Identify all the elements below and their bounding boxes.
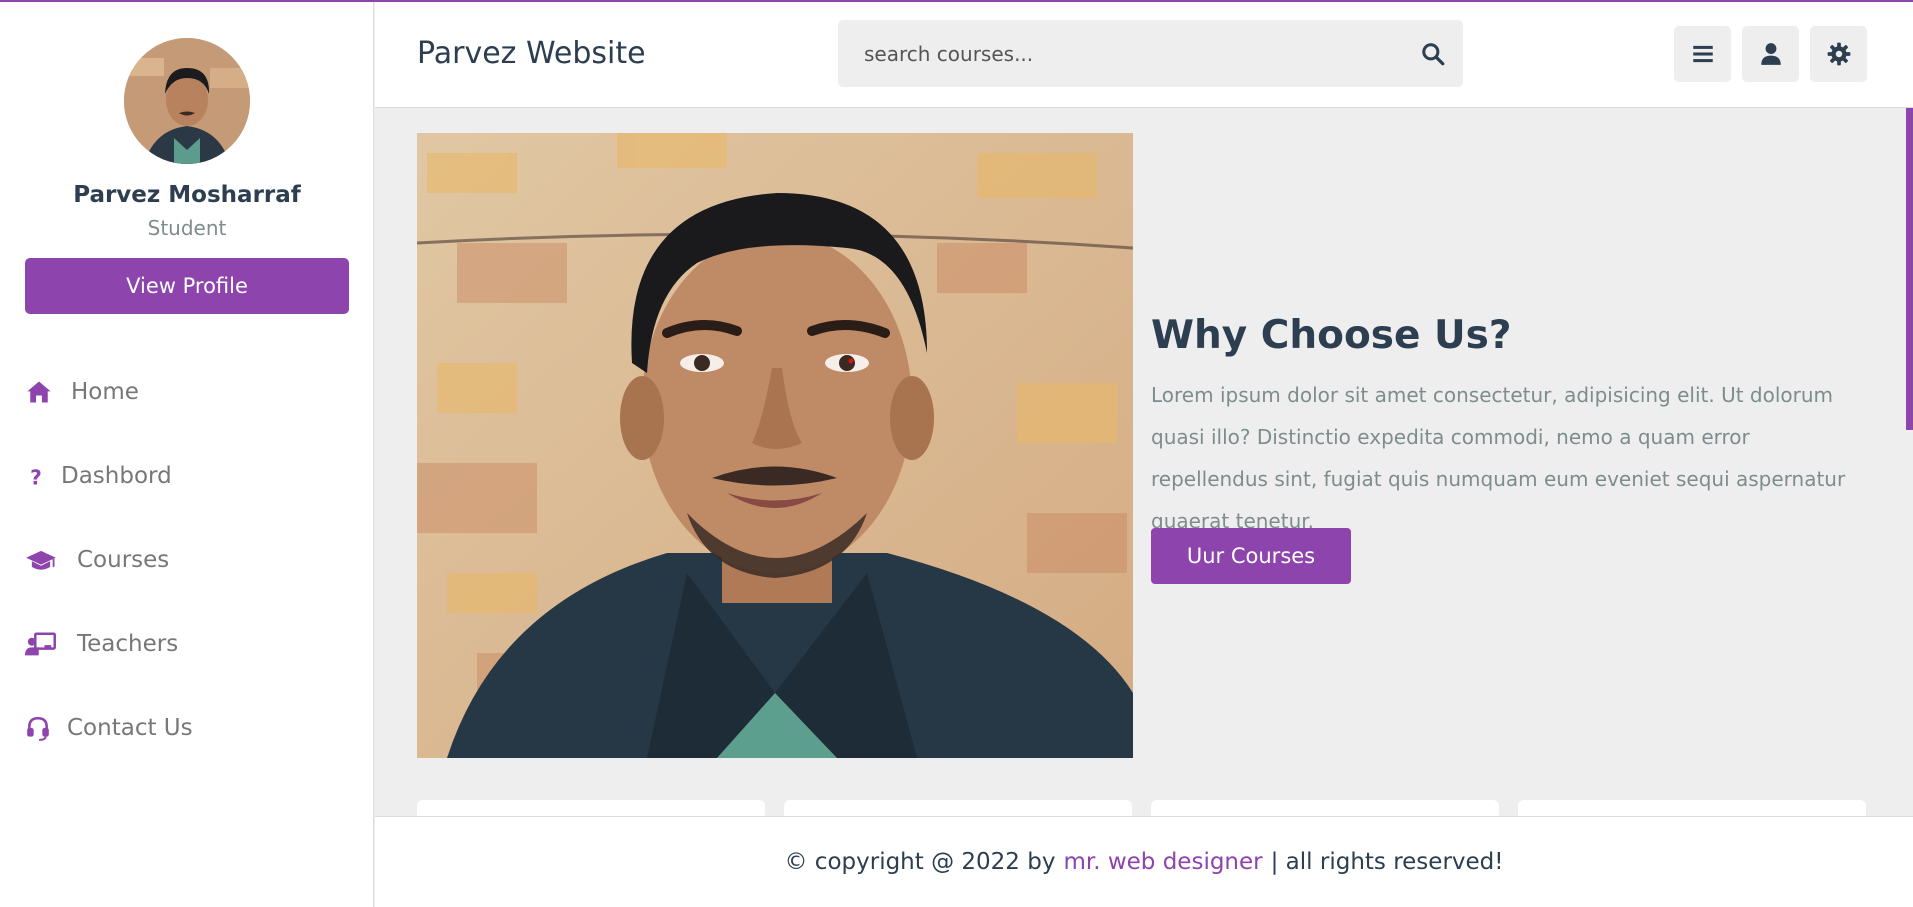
footer-rights: | all rights reserved! xyxy=(1270,849,1504,875)
svg-text:?: ? xyxy=(30,465,42,489)
sidebar-item-label: Courses xyxy=(77,547,170,573)
sidebar-item-teachers[interactable]: Teachers xyxy=(25,624,178,664)
sidebar-item-label: Teachers xyxy=(77,631,179,657)
settings-icon xyxy=(1827,42,1850,66)
section-heading: Why Choose Us? xyxy=(1151,313,1512,358)
search-input[interactable] xyxy=(838,20,1403,87)
scrollbar-thumb[interactable] xyxy=(1906,108,1913,430)
sidebar: Parvez Mosharraf Student View Profile Ho… xyxy=(0,0,374,907)
top-accent-line xyxy=(0,0,1913,2)
menu-button[interactable] xyxy=(1674,26,1731,82)
menu-icon xyxy=(1692,45,1713,63)
header: Parvez Website xyxy=(375,0,1913,108)
graduation-cap-icon xyxy=(25,544,61,576)
chalkboard-teacher-icon xyxy=(25,628,61,660)
sidebar-item-label: Contact Us xyxy=(67,715,193,741)
sidebar-item-contact-us[interactable]: Contact Us xyxy=(25,708,193,748)
search-icon[interactable] xyxy=(1403,24,1463,84)
user-button[interactable] xyxy=(1742,26,1799,82)
footer-copyright: © copyright @ 2022 by xyxy=(784,849,1056,875)
section-description: Lorem ipsum dolor sit amet consectetur, … xyxy=(1151,383,1846,533)
our-courses-button[interactable]: Uur Courses xyxy=(1151,528,1351,584)
sidebar-item-dashbord[interactable]: ? Dashbord xyxy=(25,456,172,496)
search-form xyxy=(838,20,1463,87)
sidebar-item-courses[interactable]: Courses xyxy=(25,540,169,580)
footer-link[interactable]: mr. web designer xyxy=(1063,849,1262,875)
avatar-image xyxy=(124,38,250,164)
profile-name: Parvez Mosharraf xyxy=(73,182,301,208)
sidebar-item-label: Dashbord xyxy=(61,463,172,489)
site-title[interactable]: Parvez Website xyxy=(417,36,646,71)
headset-icon xyxy=(25,712,55,744)
footer: © copyright @ 2022 by mr. web designer |… xyxy=(375,816,1913,907)
profile-role: Student xyxy=(147,216,227,240)
question-icon: ? xyxy=(25,460,47,492)
sidebar-item-label: Home xyxy=(71,379,139,405)
home-icon xyxy=(25,376,57,408)
user-icon xyxy=(1760,43,1781,65)
sidebar-item-home[interactable]: Home xyxy=(25,372,139,412)
view-profile-button[interactable]: View Profile xyxy=(25,258,349,314)
settings-button[interactable] xyxy=(1810,26,1867,82)
avatar xyxy=(124,38,250,164)
hero-photo xyxy=(417,133,1133,758)
